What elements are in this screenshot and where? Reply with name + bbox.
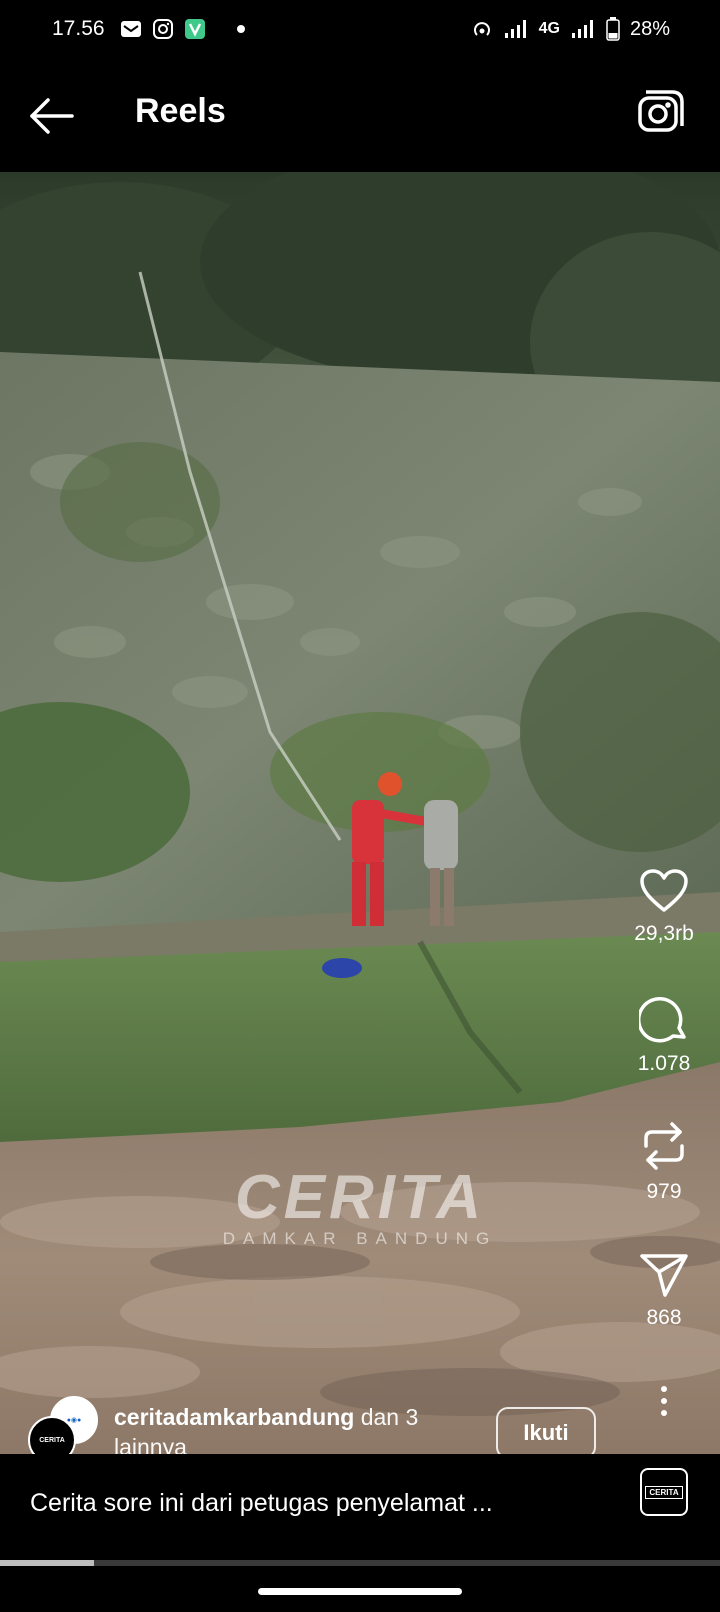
vpn-icon (185, 19, 205, 39)
signal-icon (504, 20, 526, 38)
battery-percent: 28% (629, 17, 670, 40)
repost-icon[interactable] (640, 1120, 688, 1172)
watermark-sub: DAMKAR BANDUNG (222, 1229, 498, 1248)
status-right-group: 4G 28% (471, 17, 670, 41)
audio-button[interactable]: CERITA (640, 1468, 688, 1516)
arrow-left-icon (30, 98, 74, 134)
owner-username[interactable]: ceritadamkarbandung (114, 1404, 354, 1430)
share-action: 868 (608, 1252, 720, 1330)
like-count: 29,3rb (634, 922, 694, 945)
repost-action: 979 (608, 1120, 720, 1204)
comment-action: 1.078 (608, 994, 720, 1076)
comment-icon[interactable] (639, 994, 689, 1044)
video-progress-fill (0, 1560, 94, 1566)
dot-icon (237, 25, 245, 33)
heart-icon[interactable] (639, 868, 689, 914)
page-title: Reels (135, 92, 226, 130)
avatar-label: CERITA (39, 1436, 65, 1444)
hotspot-icon (473, 22, 490, 36)
follow-button[interactable]: Ikuti (496, 1407, 596, 1459)
home-indicator[interactable] (258, 1588, 462, 1595)
watermark-main: CERITA (234, 1163, 486, 1232)
back-button[interactable] (28, 94, 76, 138)
status-time: 17.56 (52, 17, 105, 40)
camera-button[interactable] (636, 90, 684, 138)
like-action: 29,3rb (608, 868, 720, 946)
reel-caption[interactable]: Cerita sore ini dari petugas penyelamat … (30, 1489, 493, 1518)
comment-count: 1.078 (637, 1052, 691, 1075)
camera-icon (638, 90, 684, 132)
video-watermark: CERITA DAMKAR BANDUNG (222, 1162, 498, 1249)
instagram-icon (153, 19, 173, 39)
audio-thumbnail-label: CERITA (645, 1485, 683, 1499)
signal-icon-2 (571, 20, 593, 38)
more-options-icon[interactable] (658, 1384, 670, 1418)
network-type: 4G (538, 20, 560, 37)
mail-icon (121, 21, 141, 37)
send-icon[interactable] (639, 1252, 689, 1298)
share-count: 868 (646, 1306, 682, 1329)
battery-icon (606, 17, 620, 41)
video-progress-bar[interactable] (0, 1560, 720, 1566)
status-bar: 17.56 4G 28% (0, 0, 720, 60)
caption-bar: Cerita sore ini dari petugas penyelamat … (0, 1454, 720, 1562)
reels-header: Reels (0, 60, 720, 172)
repost-count: 979 (646, 1180, 682, 1203)
owner-info[interactable]: ceritadamkarbandung dan 3 lainnya (114, 1402, 474, 1462)
more-action (608, 1384, 720, 1418)
